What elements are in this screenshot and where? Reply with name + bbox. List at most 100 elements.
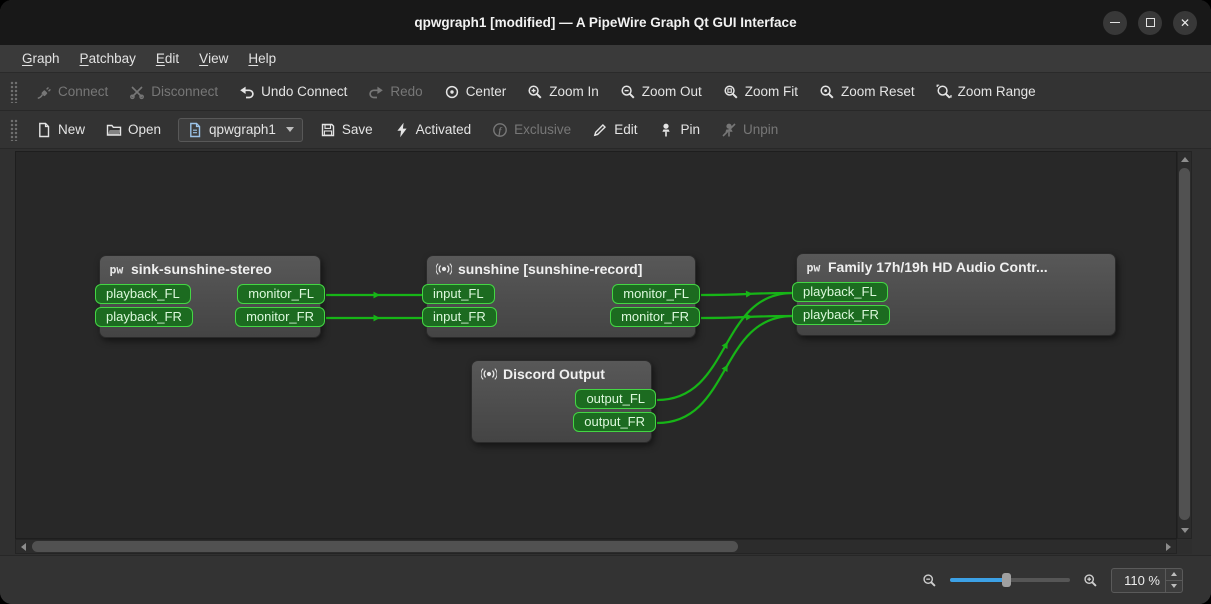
toolbar-button-save[interactable]: Save [311,117,382,143]
toolbar-button-zoom-range[interactable]: Zoom Range [927,79,1045,105]
svg-text:pw: pw [807,261,821,275]
toolbar-button-pin[interactable]: Pin [649,117,709,143]
port-monitor-fl[interactable]: monitor_FL [612,284,700,304]
input-ports: input_FL input_FR [422,284,497,327]
toolbar-button-zoom-out[interactable]: Zoom Out [611,79,711,105]
toolbar-button-label: Zoom Reset [841,84,915,99]
toolbar-button-label: Zoom Range [958,84,1036,99]
connect-icon [36,84,52,100]
node-ports: output_FLoutput_FR [472,385,651,442]
toolbar-button-undo-connect[interactable]: Undo Connect [230,79,356,105]
port-playback-fr[interactable]: playback_FR [95,307,193,327]
toolbar-button-label: Center [466,84,507,99]
scroll-up-button[interactable] [1178,153,1191,166]
vertical-scrollbar[interactable] [1177,151,1192,539]
redo-icon [368,84,384,100]
window-title: qpwgraph1 [modified] — A PipeWire Graph … [414,15,796,30]
toolbar-button-label: Edit [614,122,637,137]
node-ports: playback_FLplayback_FR [797,278,1115,335]
port-playback-fr[interactable]: playback_FR [792,305,890,325]
toolbar-button-label: Exclusive [514,122,571,137]
maximize-button[interactable] [1138,11,1162,35]
menu-item-label: raph [33,51,60,66]
output-ports [1110,282,1120,325]
undo-icon [239,84,255,100]
wire-arrow-icon [722,363,731,372]
app-window: qpwgraph1 [modified] — A PipeWire Graph … [0,0,1211,604]
horizontal-scrollbar-handle[interactable] [32,541,738,552]
node-sunshine-sunshine-record[interactable]: sunshine [sunshine-record]input_FLinput_… [426,255,696,338]
port-playback-fl[interactable]: playback_FL [95,284,191,304]
patchbay-selector[interactable]: qpwgraph1 [178,118,303,142]
svg-text:pw: pw [110,263,124,277]
toolbar-button-label: Connect [58,84,108,99]
zoom-spin-down-button[interactable] [1166,581,1182,592]
window-controls: ✕ [1103,0,1197,45]
open-folder-icon [106,122,122,138]
toolbar-button-zoom-fit[interactable]: Zoom Fit [714,79,807,105]
port-input-fl[interactable]: input_FL [422,284,495,304]
activated-bolt-icon [394,122,410,138]
toolbar-drag-handle[interactable] [10,119,18,141]
menu-item-edit[interactable]: Edit [146,45,189,72]
close-button[interactable]: ✕ [1173,11,1197,35]
port-monitor-fl[interactable]: monitor_FL [237,284,325,304]
graph-canvas[interactable]: pwsink-sunshine-stereoplayback_FLplaybac… [15,151,1177,539]
zoom-out-icon [620,84,636,100]
zoom-slider-handle[interactable] [1002,573,1011,587]
menu-item-patchbay[interactable]: Patchbay [70,45,146,72]
connections-layer [16,152,1176,538]
zoom-fit-icon [723,84,739,100]
menu-item-mnemonic: E [156,51,165,66]
port-input-fr[interactable]: input_FR [422,307,497,327]
toolbar-drag-handle[interactable] [10,81,18,103]
input-ports: playback_FL playback_FR [95,284,193,327]
toolbar-button-new[interactable]: New [27,117,94,143]
titlebar[interactable]: qpwgraph1 [modified] — A PipeWire Graph … [0,0,1211,45]
toolbar-button-label: Redo [390,84,422,99]
menu-item-label: elp [258,51,276,66]
zoom-in-icon [527,84,543,100]
arrow-right-icon [1166,543,1171,551]
toolbar-button-open[interactable]: Open [97,117,170,143]
toolbar-button-zoom-in[interactable]: Zoom In [518,79,608,105]
toolbar-button-label: Save [342,122,373,137]
port-monitor-fr[interactable]: monitor_FR [235,307,325,327]
wire-arrow-icon [374,315,381,322]
toolbar-button-activated[interactable]: Activated [385,117,481,143]
zoom-out-status-icon[interactable] [922,573,937,588]
node-family-17h-19h-hd-audio-contr[interactable]: pwFamily 17h/19h HD Audio Contr...playba… [796,253,1116,336]
menu-item-help[interactable]: Help [238,45,286,72]
spin-buttons [1165,569,1182,592]
menu-item-view[interactable]: View [189,45,238,72]
main-area: pwsink-sunshine-stereoplayback_FLplaybac… [0,149,1211,555]
toolbar-button-connect: Connect [27,79,117,105]
zoom-slider[interactable] [950,571,1070,589]
port-playback-fl[interactable]: playback_FL [792,282,888,302]
zoom-in-status-icon[interactable] [1083,573,1098,588]
vertical-scrollbar-handle[interactable] [1179,168,1190,520]
toolbar-button-label: Disconnect [151,84,218,99]
port-output-fl[interactable]: output_FL [575,389,656,409]
pin-icon [658,122,674,138]
toolbar-button-center[interactable]: Center [435,79,516,105]
scroll-left-button[interactable] [17,540,30,553]
arrow-down-icon [1171,584,1177,588]
menu-item-mnemonic: G [22,51,33,66]
zoom-spinbox[interactable]: 110 % [1111,568,1183,593]
scroll-right-button[interactable] [1162,540,1175,553]
toolbar-button-edit[interactable]: Edit [583,117,646,143]
node-discord-output[interactable]: Discord Output output_FLoutput_FR [471,360,652,443]
zoom-spin-up-button[interactable] [1166,569,1182,581]
node-title: Discord Output [503,366,605,382]
node-sink-sunshine-stereo[interactable]: pwsink-sunshine-stereoplayback_FLplaybac… [99,255,321,338]
menu-item-mnemonic: V [199,51,208,66]
scroll-down-button[interactable] [1178,524,1191,537]
port-monitor-fr[interactable]: monitor_FR [610,307,700,327]
minimize-button[interactable] [1103,11,1127,35]
menu-item-graph[interactable]: Graph [12,45,70,72]
node-title: sink-sunshine-stereo [131,261,272,277]
toolbar-button-zoom-reset[interactable]: Zoom Reset [810,79,924,105]
port-output-fr[interactable]: output_FR [573,412,656,432]
horizontal-scrollbar[interactable] [15,539,1177,554]
